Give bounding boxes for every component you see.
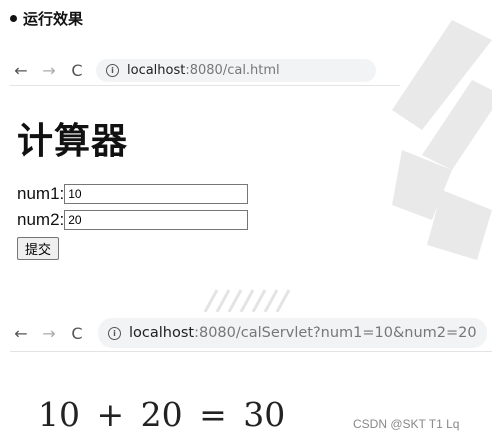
calculation-result: 10 + 20 = 30 bbox=[38, 395, 286, 434]
forward-arrow-icon[interactable]: → bbox=[38, 324, 60, 343]
address-bar[interactable]: i localhost:8080/cal.html bbox=[96, 58, 376, 82]
bullet-icon bbox=[10, 15, 17, 22]
url-path: :8080/calServlet?num1=10&num2=20 bbox=[194, 325, 477, 341]
reload-icon[interactable]: C bbox=[66, 324, 88, 343]
url-path: :8080/cal.html bbox=[185, 62, 280, 78]
url-text: localhost:8080/calServlet?num1=10&num2=2… bbox=[129, 325, 477, 341]
watermark-graphic bbox=[392, 20, 492, 260]
info-icon[interactable]: i bbox=[106, 63, 119, 77]
source-credit: CSDN @SKT T1 Lq bbox=[353, 417, 460, 431]
browser-toolbar-2: ← → C i localhost:8080/calServlet?num1=1… bbox=[10, 315, 492, 352]
url-text: localhost:8080/cal.html bbox=[127, 63, 280, 78]
back-arrow-icon[interactable]: ← bbox=[10, 61, 32, 80]
submit-button[interactable]: 提交 bbox=[17, 237, 60, 260]
url-host: localhost bbox=[129, 325, 195, 341]
forward-arrow-icon[interactable]: → bbox=[38, 61, 60, 80]
url-host: localhost bbox=[127, 62, 186, 78]
num1-label: num1: bbox=[17, 184, 65, 203]
address-bar[interactable]: i localhost:8080/calServlet?num1=10&num2… bbox=[98, 318, 487, 348]
num1-input[interactable] bbox=[64, 184, 249, 204]
reload-icon[interactable]: C bbox=[66, 61, 88, 80]
num2-input[interactable] bbox=[64, 210, 249, 230]
watermark-stripes bbox=[203, 289, 291, 312]
page-heading: 计算器 bbox=[17, 121, 129, 162]
back-arrow-icon[interactable]: ← bbox=[10, 324, 32, 343]
info-icon[interactable]: i bbox=[108, 326, 121, 340]
num2-label: num2: bbox=[17, 210, 65, 229]
section-title: 运行效果 bbox=[10, 8, 83, 29]
num1-row: num1: bbox=[17, 184, 249, 204]
num2-row: num2: bbox=[17, 210, 249, 230]
section-title-text: 运行效果 bbox=[23, 10, 84, 28]
browser-toolbar-1: ← → C i localhost:8080/cal.html bbox=[10, 55, 400, 86]
